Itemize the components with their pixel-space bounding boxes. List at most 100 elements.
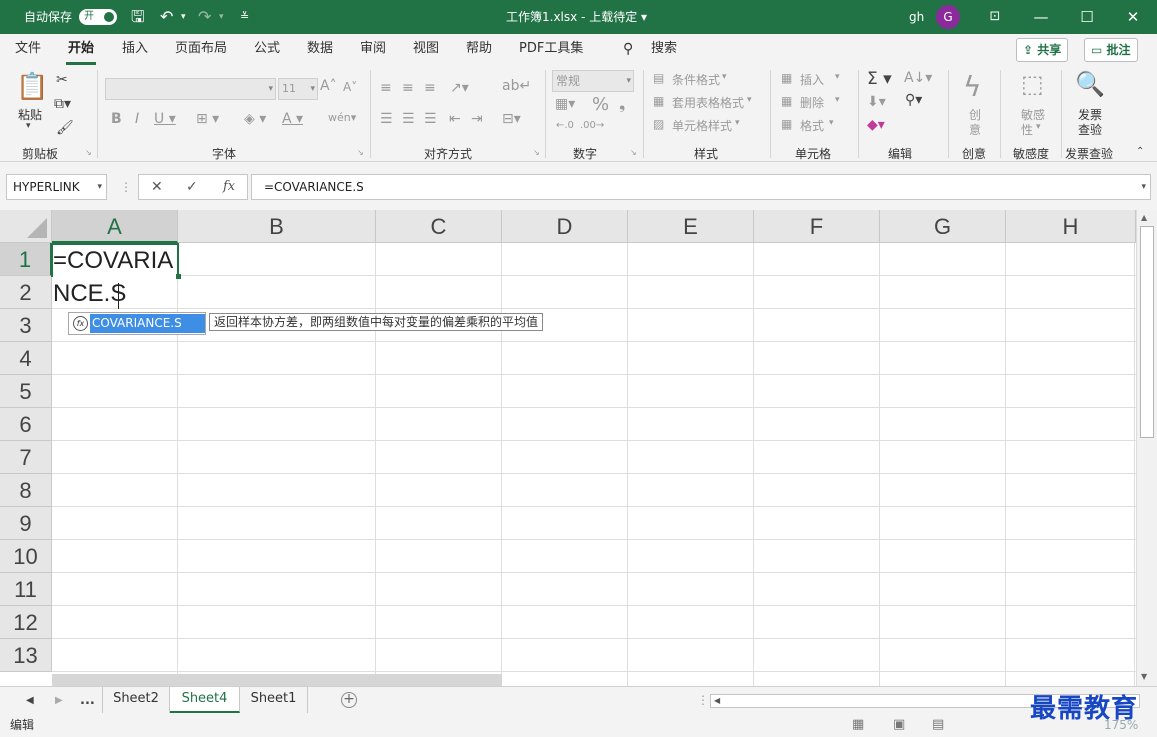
- prev-sheet-icon[interactable]: ◀: [26, 687, 34, 714]
- autosum-icon[interactable]: Σ ▾: [867, 69, 892, 89]
- format-as-table-button[interactable]: 套用表格格式: [672, 94, 744, 111]
- next-sheet-icon[interactable]: ▶: [55, 687, 63, 714]
- row-header-3[interactable]: 3: [0, 309, 52, 342]
- cancel-icon[interactable]: ✕: [151, 175, 163, 199]
- copy-icon[interactable]: ⧉▾: [54, 96, 71, 112]
- row-header-2[interactable]: 2: [0, 276, 52, 309]
- redo-icon[interactable]: ↷: [198, 0, 211, 34]
- tab-pdf-tools[interactable]: PDF工具集: [519, 34, 583, 66]
- tab-insert[interactable]: 插入: [122, 34, 148, 66]
- row-header-4[interactable]: 4: [0, 342, 52, 375]
- insert-cells-button[interactable]: 插入: [800, 71, 824, 88]
- scroll-up-icon[interactable]: ▲: [1141, 213, 1147, 222]
- increase-decimal-icon[interactable]: ←.0: [556, 120, 574, 131]
- fill-handle[interactable]: [176, 274, 181, 279]
- normal-view-icon[interactable]: ▦: [852, 713, 864, 737]
- tab-data[interactable]: 数据: [307, 34, 333, 66]
- number-format-combo[interactable]: 常规 ▾: [552, 70, 634, 92]
- row-header-7[interactable]: 7: [0, 441, 52, 474]
- column-header-d[interactable]: D: [502, 210, 628, 243]
- delete-cells-button[interactable]: 删除: [800, 94, 824, 111]
- invoice-check-icon[interactable]: 🔍: [1075, 70, 1105, 98]
- tab-file[interactable]: 文件: [15, 34, 41, 66]
- chevron-down-icon[interactable]: ▾: [835, 72, 840, 82]
- orientation-icon[interactable]: ↗▾: [450, 80, 469, 96]
- search-label[interactable]: 搜索: [651, 34, 677, 66]
- cell-edit-text-line2[interactable]: NCE.S: [53, 280, 126, 308]
- chevron-down-icon[interactable]: ▾: [829, 118, 834, 128]
- underline-icon[interactable]: U ▾: [154, 111, 176, 127]
- tab-formulas[interactable]: 公式: [254, 34, 280, 66]
- align-bottom-icon[interactable]: ≡: [424, 80, 436, 96]
- minimize-icon[interactable]: —: [1018, 0, 1064, 34]
- add-sheet-button[interactable]: +: [341, 692, 357, 708]
- currency-icon[interactable]: ▦▾: [555, 96, 575, 112]
- row-header-5[interactable]: 5: [0, 375, 52, 408]
- avatar[interactable]: G: [936, 5, 960, 29]
- tab-view[interactable]: 视图: [413, 34, 439, 66]
- format-cells-icon[interactable]: ▦: [781, 117, 792, 131]
- chevron-down-icon[interactable]: ▾: [722, 72, 727, 82]
- increase-indent-icon[interactable]: ⇥: [471, 111, 483, 127]
- font-launcher-icon[interactable]: ↘: [357, 148, 364, 157]
- save-icon[interactable]: 🖫: [131, 0, 145, 34]
- sensitivity-icon[interactable]: ⬚: [1021, 70, 1044, 98]
- comments-button[interactable]: ▭ 批注: [1084, 38, 1138, 62]
- worksheet-grid[interactable]: A B C D E F G H 1 2 3 4 5 6 7 8 9 10 11 …: [0, 210, 1157, 686]
- row-header-11[interactable]: 11: [0, 573, 52, 606]
- wrap-text-icon[interactable]: ab↵: [502, 78, 531, 94]
- ribbon-display-icon[interactable]: ⊡: [972, 0, 1018, 34]
- merge-center-icon[interactable]: ⊟▾: [502, 111, 521, 127]
- paste-icon[interactable]: 📋: [16, 72, 48, 102]
- insert-cells-icon[interactable]: ▦: [781, 71, 792, 85]
- sheet-tab-sheet1[interactable]: Sheet1: [240, 687, 308, 713]
- find-select-icon[interactable]: ⚲▾: [905, 92, 922, 108]
- align-top-icon[interactable]: ≡: [380, 80, 392, 96]
- tab-review[interactable]: 审阅: [360, 34, 386, 66]
- align-center-icon[interactable]: ☰: [402, 111, 415, 127]
- row-header-6[interactable]: 6: [0, 408, 52, 441]
- comma-style-icon[interactable]: ❟: [619, 94, 625, 114]
- row-header-8[interactable]: 8: [0, 474, 52, 507]
- conditional-format-icon[interactable]: ▤: [653, 71, 664, 85]
- sheet-tab-sheet4[interactable]: Sheet4: [170, 687, 240, 713]
- chevron-down-icon[interactable]: ▾: [835, 95, 840, 105]
- fill-icon[interactable]: ⬇▾: [867, 94, 886, 110]
- conditional-format-button[interactable]: 条件格式: [672, 71, 720, 88]
- column-header-g[interactable]: G: [880, 210, 1006, 243]
- formula-input[interactable]: =COVARIANCE.S ▾: [251, 174, 1151, 200]
- row-header-10[interactable]: 10: [0, 540, 52, 573]
- undo-icon[interactable]: ↶: [160, 0, 173, 34]
- column-header-e[interactable]: E: [628, 210, 754, 243]
- font-name-combo[interactable]: ▾: [105, 78, 276, 100]
- fill-color-icon[interactable]: ◈ ▾: [244, 111, 266, 127]
- share-button[interactable]: ⇪ 共享: [1016, 38, 1069, 62]
- expand-formula-bar-icon[interactable]: ▾: [1141, 175, 1146, 199]
- column-header-b[interactable]: B: [178, 210, 376, 243]
- column-header-f[interactable]: F: [754, 210, 880, 243]
- format-painter-icon[interactable]: 🖌: [56, 120, 74, 136]
- vertical-scroll-thumb[interactable]: [1140, 226, 1154, 438]
- maximize-icon[interactable]: ☐: [1064, 0, 1110, 34]
- column-header-c[interactable]: C: [376, 210, 502, 243]
- chevron-down-icon[interactable]: ▾: [747, 95, 752, 105]
- italic-icon[interactable]: I: [135, 111, 139, 127]
- insert-function-icon[interactable]: fx: [223, 175, 235, 199]
- decrease-indent-icon[interactable]: ⇤: [449, 111, 461, 127]
- align-middle-icon[interactable]: ≡: [402, 80, 414, 96]
- scroll-down-icon[interactable]: ▼: [1141, 672, 1147, 681]
- cut-icon[interactable]: ✂: [56, 72, 68, 88]
- autocomplete-option[interactable]: COVARIANCE.S: [90, 314, 205, 333]
- phonetic-icon[interactable]: wén▾: [328, 111, 356, 124]
- invoice-label-2[interactable]: 查验: [1078, 121, 1102, 138]
- undo-dropdown-icon[interactable]: ▾: [181, 0, 186, 34]
- column-header-a[interactable]: A: [52, 210, 178, 243]
- align-right-icon[interactable]: ☰: [424, 111, 437, 127]
- row-header-12[interactable]: 12: [0, 606, 52, 639]
- format-as-table-icon[interactable]: ▦: [653, 94, 664, 108]
- close-icon[interactable]: ✕: [1110, 0, 1156, 34]
- collapse-ribbon-icon[interactable]: ⌃: [1136, 146, 1144, 157]
- paste-dropdown-icon[interactable]: ▾: [26, 121, 31, 131]
- number-launcher-icon[interactable]: ↘: [630, 148, 637, 157]
- alignment-launcher-icon[interactable]: ↘: [533, 148, 540, 157]
